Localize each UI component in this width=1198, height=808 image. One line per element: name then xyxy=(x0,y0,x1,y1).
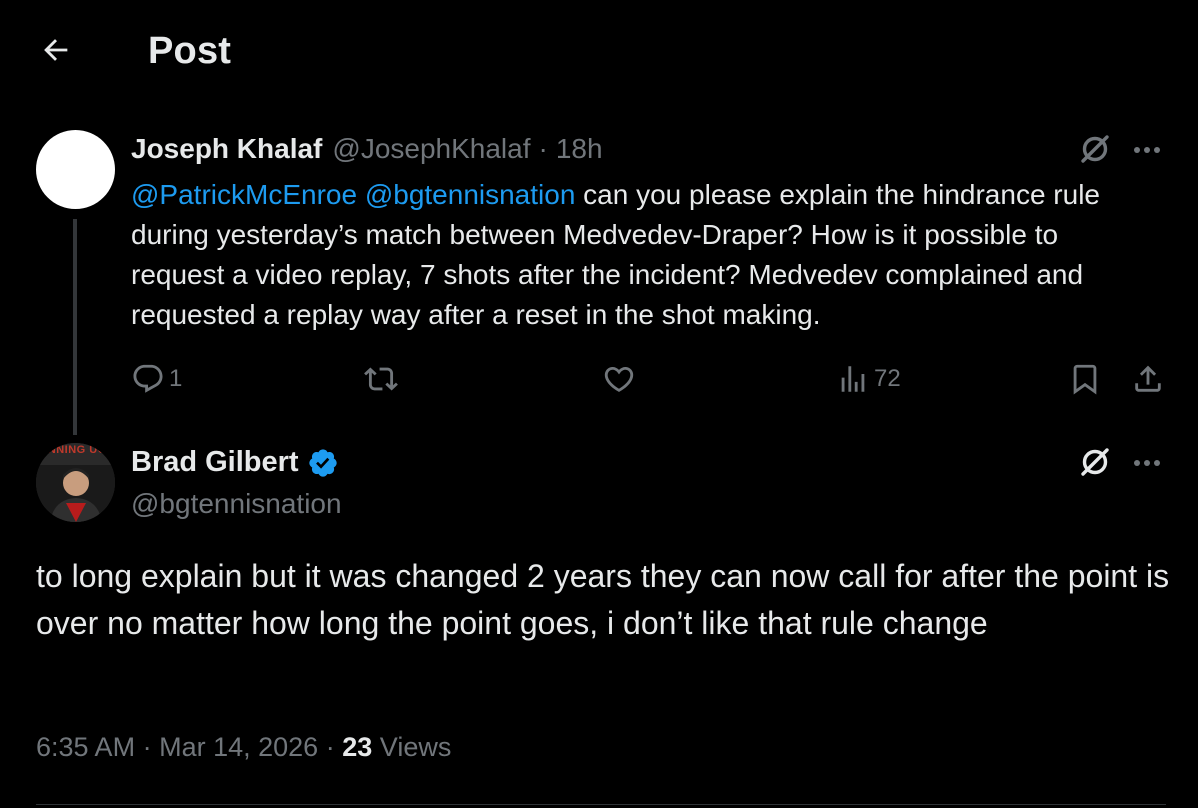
avatar[interactable]: INNING UG xyxy=(36,443,115,522)
more-button[interactable] xyxy=(1127,444,1167,484)
divider xyxy=(36,804,1166,805)
reply-button[interactable]: 1 xyxy=(131,356,182,402)
arrow-left-icon xyxy=(39,33,73,72)
tweet-meta: 6:35 AM · Mar 14, 2026 · 23 Views xyxy=(36,732,451,763)
back-button[interactable] xyxy=(36,32,76,72)
share-icon xyxy=(1131,362,1165,396)
mention-link[interactable]: @PatrickMcEnroe xyxy=(131,179,357,210)
thread-connector-line xyxy=(73,219,77,435)
views-icon xyxy=(836,362,870,396)
like-icon xyxy=(602,362,636,396)
repost-icon xyxy=(364,362,398,396)
tweet-text: @PatrickMcEnroe @bgtennisnation can you … xyxy=(131,175,1141,335)
reply-icon xyxy=(131,362,165,396)
repost-button[interactable] xyxy=(364,356,398,402)
more-button[interactable] xyxy=(1127,131,1167,171)
timestamp[interactable]: 18h xyxy=(556,133,603,165)
views-count: 72 xyxy=(874,365,901,392)
reply-count: 1 xyxy=(169,365,183,392)
separator: · xyxy=(538,133,548,164)
tweet-header: Joseph Khalaf @JosephKhalaf · 18h xyxy=(131,133,603,165)
author-handle[interactable]: @bgtennisnation xyxy=(131,488,342,520)
timestamp-time[interactable]: 6:35 AM xyxy=(36,732,135,762)
author-handle[interactable]: @JosephKhalaf xyxy=(332,133,530,165)
grok-icon xyxy=(1078,132,1112,171)
grok-icon xyxy=(1078,445,1112,484)
views-button[interactable]: 72 xyxy=(836,356,901,402)
more-icon xyxy=(1132,142,1162,160)
avatar-banner-text: INNING UG xyxy=(44,444,107,456)
bookmark-icon xyxy=(1068,362,1102,396)
grok-button[interactable] xyxy=(1075,444,1115,484)
more-icon xyxy=(1132,455,1162,473)
timestamp-date[interactable]: Mar 14, 2026 xyxy=(159,732,318,762)
share-button[interactable] xyxy=(1131,356,1165,402)
views-label: Views xyxy=(379,732,452,762)
reply-author-row: Brad Gilbert xyxy=(131,446,339,479)
author-name[interactable]: Joseph Khalaf xyxy=(131,133,322,165)
mention-link[interactable]: @bgtennisnation xyxy=(365,179,576,210)
separator: · xyxy=(325,732,335,762)
tweet-actions: 1 72 xyxy=(131,356,1167,402)
views-count: 23 xyxy=(342,732,373,762)
separator: · xyxy=(142,732,152,762)
grok-button[interactable] xyxy=(1075,131,1115,171)
tweet-text: to long explain but it was changed 2 yea… xyxy=(36,558,1170,641)
bookmark-button[interactable] xyxy=(1068,356,1102,402)
author-name[interactable]: Brad Gilbert xyxy=(131,446,299,479)
page-title: Post xyxy=(148,30,232,72)
avatar[interactable] xyxy=(36,130,115,209)
verified-badge-icon xyxy=(307,447,339,479)
like-button[interactable] xyxy=(602,356,636,402)
